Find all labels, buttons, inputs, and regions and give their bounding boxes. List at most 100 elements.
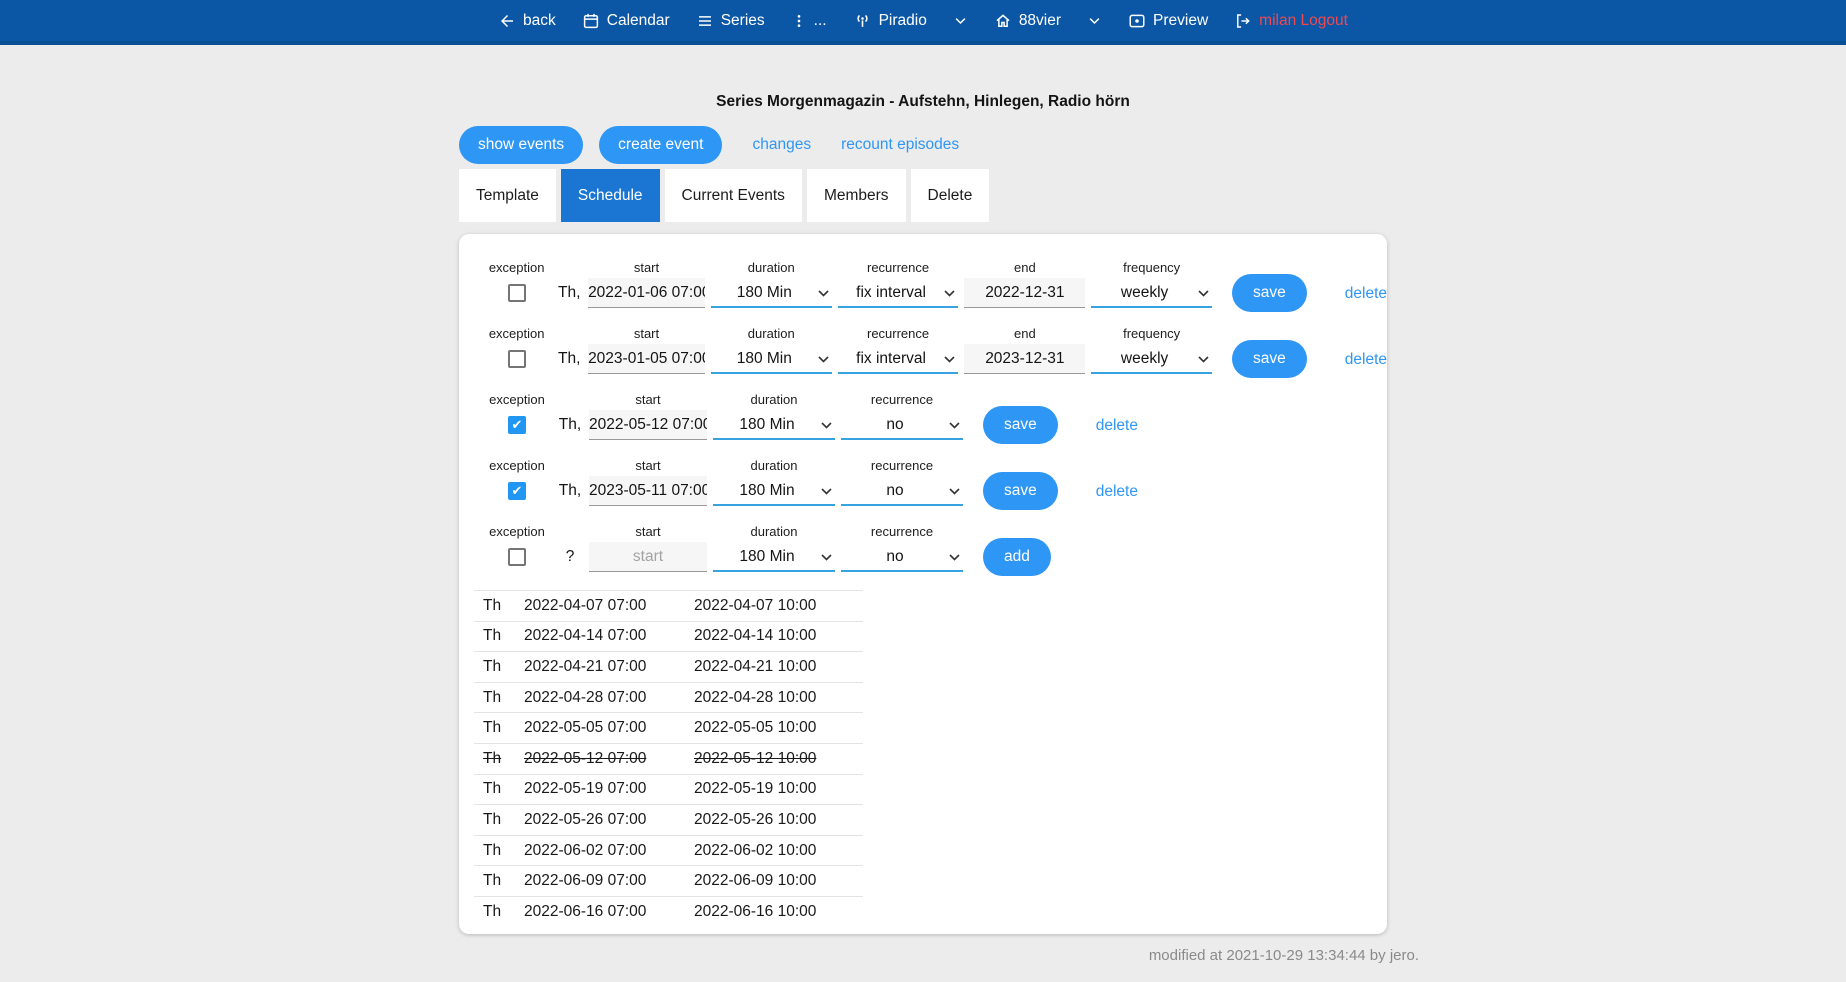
duration-field-label: duration xyxy=(748,326,795,342)
weekday-label: ? xyxy=(557,540,583,574)
start-input[interactable] xyxy=(588,278,705,308)
nav-station[interactable]: 88vier xyxy=(994,12,1061,30)
end-input[interactable] xyxy=(964,278,1085,308)
delete-link[interactable]: delete xyxy=(1345,351,1387,369)
exception-checkbox[interactable] xyxy=(508,416,526,434)
start-input[interactable] xyxy=(588,344,705,374)
recurrence-field-label: recurrence xyxy=(871,524,933,540)
tabs: TemplateScheduleCurrent EventsMembersDel… xyxy=(459,169,1387,222)
start-input[interactable] xyxy=(589,410,707,440)
exception-label: exception xyxy=(489,260,545,276)
nav-series-label: Series xyxy=(721,12,765,30)
schedule-row: exception ? start duration 180 Min recur… xyxy=(483,524,1387,574)
recurrence-select[interactable]: no xyxy=(841,410,963,440)
tab-template[interactable]: Template xyxy=(459,169,556,222)
event-row: Th 2022-05-19 07:00 2022-05-19 10:00 xyxy=(474,774,863,805)
tab-members[interactable]: Members xyxy=(807,169,906,222)
chevron-down-icon[interactable] xyxy=(1087,13,1102,28)
event-day: Th xyxy=(483,597,524,615)
duration-select[interactable]: 180 Min xyxy=(713,476,835,506)
weekday-label: Th, xyxy=(556,276,582,310)
end-input[interactable] xyxy=(964,344,1085,374)
nav-logout[interactable]: milan Logout xyxy=(1234,12,1348,30)
save-button[interactable]: save xyxy=(983,472,1058,510)
weekday-label: Th, xyxy=(557,408,583,442)
nav-more[interactable]: ... xyxy=(791,12,827,30)
navbar-items: back Calendar Series ... Piradio xyxy=(498,11,1348,30)
frequency-select[interactable]: weekly xyxy=(1091,278,1212,308)
save-button[interactable]: save xyxy=(1232,340,1307,378)
recurrence-select[interactable]: fix interval xyxy=(838,278,959,308)
top-navbar: back Calendar Series ... Piradio xyxy=(0,0,1846,45)
duration-select[interactable]: 180 Min xyxy=(711,344,832,374)
recurrence-field-label: recurrence xyxy=(871,392,933,408)
broadcast-antenna-icon xyxy=(853,11,872,30)
event-end: 2022-05-26 10:00 xyxy=(694,811,816,829)
recurrence-field-label: recurrence xyxy=(867,326,929,342)
tab-schedule[interactable]: Schedule xyxy=(561,169,660,222)
kebab-menu-icon xyxy=(791,12,807,30)
exception-checkbox[interactable] xyxy=(508,482,526,500)
exception-checkbox[interactable] xyxy=(508,350,526,368)
events-table: Th 2022-04-07 07:00 2022-04-07 10:00 Th … xyxy=(474,590,863,920)
exception-label: exception xyxy=(489,458,545,474)
recurrence-select[interactable]: no xyxy=(841,476,963,506)
event-day: Th xyxy=(483,811,524,829)
start-field-label: start xyxy=(634,326,659,342)
event-start: 2022-06-16 07:00 xyxy=(524,903,694,920)
nav-back[interactable]: back xyxy=(498,12,556,30)
event-end: 2022-06-16 10:00 xyxy=(694,903,816,920)
start-input[interactable] xyxy=(589,476,707,506)
delete-link[interactable]: delete xyxy=(1096,483,1138,501)
frequency-select[interactable]: weekly xyxy=(1091,344,1212,374)
duration-select[interactable]: 180 Min xyxy=(713,542,835,572)
nav-series[interactable]: Series xyxy=(696,12,765,30)
nav-back-label: back xyxy=(523,12,556,30)
exception-checkbox[interactable] xyxy=(508,548,526,566)
tab-delete[interactable]: Delete xyxy=(911,169,990,222)
modified-footer: modified at 2021-10-29 13:34:44 by jero. xyxy=(459,947,1419,964)
event-start: 2022-04-07 07:00 xyxy=(524,597,694,615)
start-input[interactable] xyxy=(589,542,707,572)
exception-checkbox[interactable] xyxy=(508,284,526,302)
nav-preview[interactable]: Preview xyxy=(1128,12,1208,30)
event-row: Th 2022-05-12 07:00 2022-05-12 10:00 xyxy=(474,743,863,774)
event-day: Th xyxy=(483,780,524,798)
start-field-label: start xyxy=(635,524,660,540)
recurrence-select[interactable]: no xyxy=(841,542,963,572)
exception-label: exception xyxy=(489,326,545,342)
add-button[interactable]: add xyxy=(983,538,1051,576)
page-title: Series Morgenmagazin - Aufstehn, Hinlege… xyxy=(0,45,1846,111)
event-start: 2022-05-05 07:00 xyxy=(524,719,694,737)
event-day: Th xyxy=(483,627,524,645)
duration-select[interactable]: 180 Min xyxy=(713,410,835,440)
schedule-row: exception Th, start duration 180 Min rec… xyxy=(483,392,1387,442)
delete-link[interactable]: delete xyxy=(1345,285,1387,303)
event-day: Th xyxy=(483,903,524,920)
save-button[interactable]: save xyxy=(1232,274,1307,312)
event-end: 2022-05-12 10:00 xyxy=(694,750,816,768)
schedule-card: exception Th, start duration 180 Min rec… xyxy=(459,234,1387,934)
event-start: 2022-04-21 07:00 xyxy=(524,658,694,676)
show-events-button[interactable]: show events xyxy=(459,126,583,164)
start-field-label: start xyxy=(634,260,659,276)
event-end: 2022-05-05 10:00 xyxy=(694,719,816,737)
duration-field-label: duration xyxy=(751,458,798,474)
weekday-label: Th, xyxy=(556,342,582,376)
event-day: Th xyxy=(483,842,524,860)
tab-current-events[interactable]: Current Events xyxy=(665,169,802,222)
schedule-row: exception Th, start duration 180 Min rec… xyxy=(483,260,1387,310)
changes-link[interactable]: changes xyxy=(752,136,811,154)
recount-episodes-link[interactable]: recount episodes xyxy=(841,136,959,154)
duration-select[interactable]: 180 Min xyxy=(711,278,832,308)
chevron-down-icon[interactable] xyxy=(953,13,968,28)
end-field-label: end xyxy=(1014,260,1036,276)
create-event-button[interactable]: create event xyxy=(599,126,722,164)
recurrence-select[interactable]: fix interval xyxy=(838,344,959,374)
nav-piradio[interactable]: Piradio xyxy=(853,11,927,30)
nav-calendar[interactable]: Calendar xyxy=(582,12,670,30)
save-button[interactable]: save xyxy=(983,406,1058,444)
delete-link[interactable]: delete xyxy=(1096,417,1138,435)
event-start: 2022-05-26 07:00 xyxy=(524,811,694,829)
event-end: 2022-05-19 10:00 xyxy=(694,780,816,798)
